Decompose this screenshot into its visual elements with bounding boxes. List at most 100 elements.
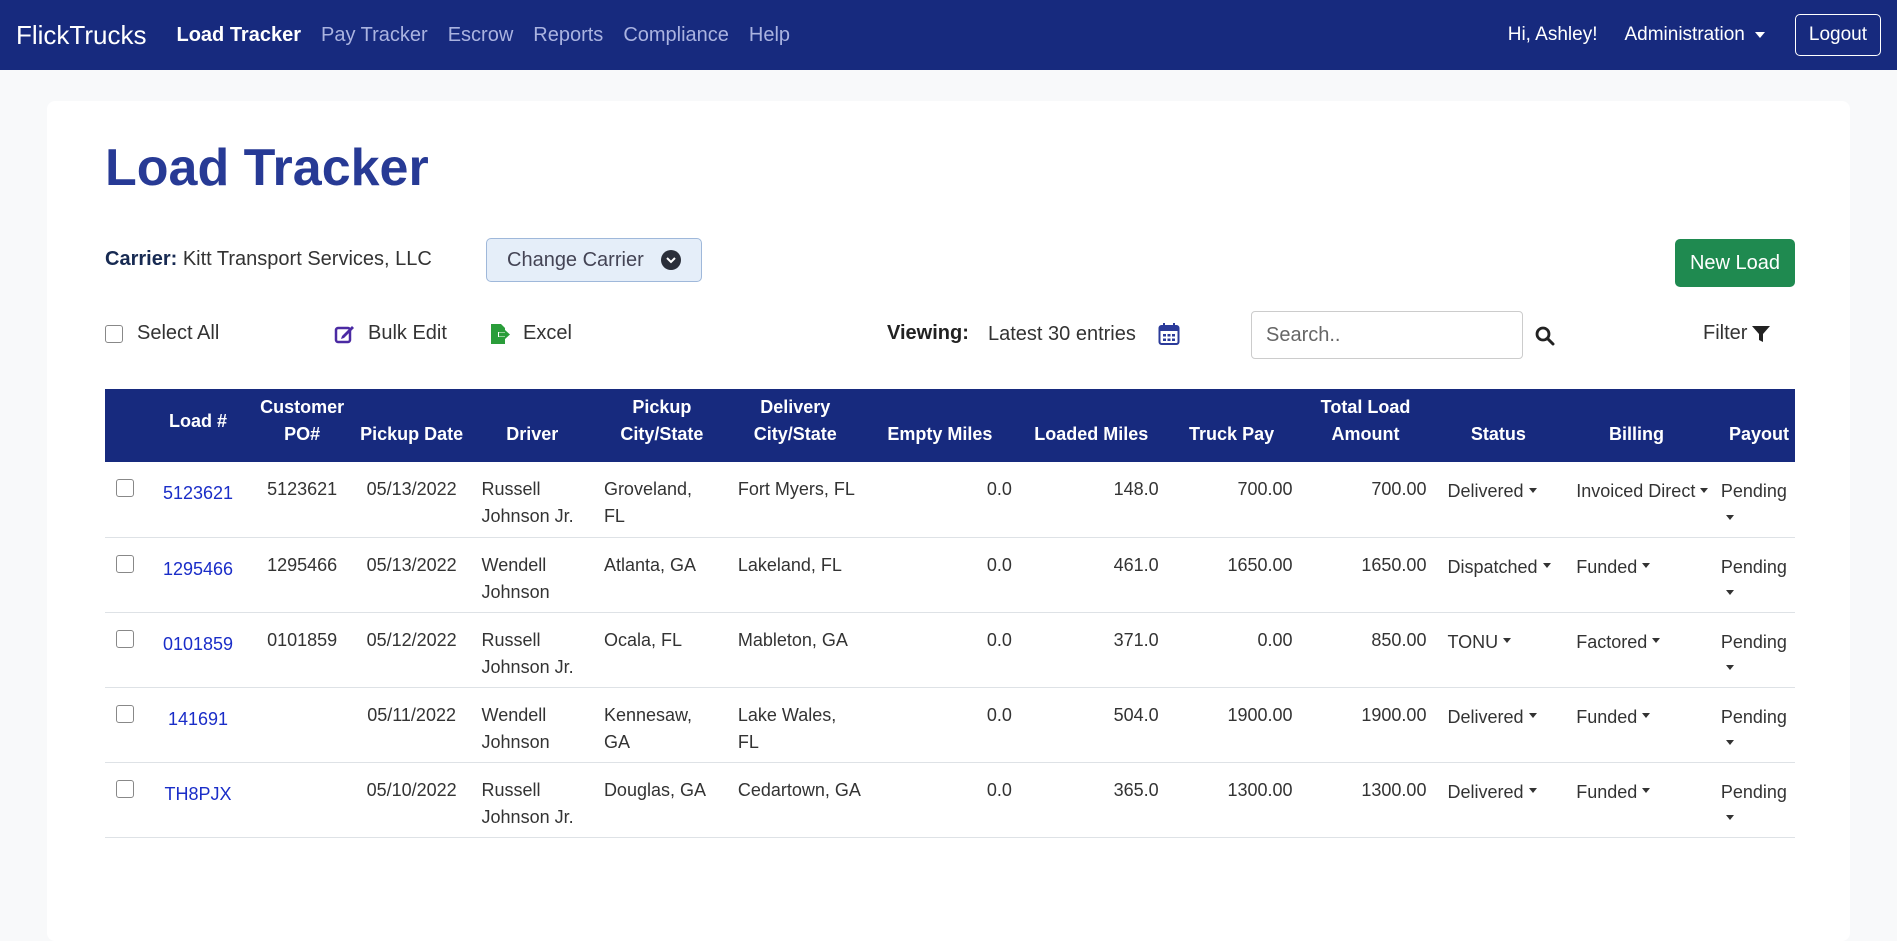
- empty-miles: 0.0: [986, 479, 1012, 499]
- row-checkbox[interactable]: [116, 554, 135, 573]
- status-dropdown[interactable]: TONU: [1432, 612, 1564, 687]
- status-dropdown[interactable]: Delivered: [1432, 687, 1564, 762]
- table-row: TH8PJX 05/10/2022 Russell Johnson Jr. Dou…: [105, 762, 1795, 837]
- header-payout[interactable]: Payout: [1709, 389, 1795, 462]
- carrier-name: Kitt Transport Services, LLC: [182, 248, 432, 270]
- nav-compliance[interactable]: Compliance: [623, 24, 729, 47]
- row-checkbox[interactable]: [116, 779, 135, 798]
- payout-dropdown[interactable]: Pending: [1709, 612, 1795, 687]
- payout-dropdown[interactable]: Pending: [1709, 462, 1795, 537]
- viewing-value: Latest 30 entries: [988, 322, 1136, 345]
- select-all-label: Select All: [137, 322, 220, 344]
- truck-pay: 700.00: [1237, 479, 1293, 499]
- calendar-icon[interactable]: [1158, 322, 1180, 346]
- header-customer-po[interactable]: Customer PO#: [251, 389, 354, 462]
- pickup-date: 05/13/2022: [366, 554, 457, 575]
- pickup-city: Groveland, FL: [603, 479, 692, 526]
- load-number-link[interactable]: TH8PJX: [164, 784, 231, 804]
- driver: Russell Johnson Jr.: [481, 479, 574, 526]
- billing-dropdown[interactable]: Funded: [1564, 762, 1709, 837]
- nav-reports[interactable]: Reports: [533, 24, 603, 47]
- header-select: [105, 389, 145, 462]
- row-checkbox[interactable]: [116, 479, 135, 497]
- row-checkbox[interactable]: [116, 704, 135, 723]
- caret-down-icon: [1642, 563, 1651, 569]
- header-pickup-city[interactable]: Pickup City/State: [595, 389, 729, 462]
- bulk-edit-button[interactable]: Bulk Edit: [334, 322, 447, 345]
- header-load-number[interactable]: Load #: [145, 389, 250, 462]
- nav-escrow[interactable]: Escrow: [448, 24, 514, 47]
- brand-logo[interactable]: FlickTrucks: [16, 20, 146, 51]
- caret-down-icon: [1528, 788, 1537, 794]
- caret-down-icon: [1528, 713, 1537, 719]
- status-dropdown[interactable]: Dispatched: [1432, 537, 1564, 612]
- total-load-amount: 1300.00: [1361, 779, 1427, 800]
- page-title: Load Tracker: [105, 139, 429, 197]
- total-load-amount: 1650.00: [1361, 554, 1427, 575]
- header-truck-pay[interactable]: Truck Pay: [1165, 389, 1299, 462]
- row-checkbox[interactable]: [116, 629, 135, 648]
- caret-down-icon: [1652, 638, 1661, 644]
- filter-button[interactable]: Filter: [1703, 322, 1771, 345]
- load-number-link[interactable]: 0101859: [163, 634, 233, 654]
- search-input[interactable]: [1251, 311, 1523, 359]
- caret-down-icon: [1725, 514, 1734, 520]
- nav-pay-tracker[interactable]: Pay Tracker: [321, 24, 428, 47]
- header-status[interactable]: Status: [1432, 389, 1564, 462]
- payout-dropdown[interactable]: Pending: [1709, 537, 1795, 612]
- pickup-city: Atlanta, GA: [603, 554, 696, 575]
- load-number-link[interactable]: 141691: [168, 709, 228, 729]
- loaded-miles: 461.0: [1113, 554, 1159, 575]
- user-greeting: Hi, Ashley!: [1507, 24, 1598, 45]
- filter-icon: [1752, 325, 1771, 342]
- administration-dropdown[interactable]: Administration: [1624, 24, 1765, 46]
- payout-dropdown[interactable]: Pending: [1709, 687, 1795, 762]
- header-billing[interactable]: Billing: [1564, 389, 1709, 462]
- empty-miles: 0.0: [986, 779, 1012, 800]
- truck-pay: 0.00: [1257, 629, 1293, 650]
- payout-dropdown[interactable]: Pending: [1709, 762, 1795, 837]
- status-dropdown[interactable]: Delivered: [1432, 462, 1564, 537]
- nav-help[interactable]: Help: [749, 24, 790, 47]
- header-loaded-miles[interactable]: Loaded Miles: [1018, 389, 1165, 462]
- customer-po: [251, 762, 354, 837]
- load-number-link[interactable]: 5123621: [163, 483, 233, 503]
- table-row: 141691 05/11/2022 Wendell Johnson Kennesa…: [105, 687, 1795, 762]
- header-empty-miles[interactable]: Empty Miles: [862, 389, 1018, 462]
- header-driver[interactable]: Driver: [470, 389, 595, 462]
- truck-pay: 1300.00: [1227, 779, 1293, 800]
- customer-po: 1295466: [267, 554, 338, 575]
- select-all[interactable]: Select All: [105, 322, 219, 345]
- search-icon[interactable]: [1535, 326, 1555, 346]
- table-header-row: Load # Customer PO# Pickup Date Driver Pi…: [105, 389, 1795, 462]
- loaded-miles: 148.0: [1113, 479, 1159, 499]
- delivery-city: Lake Wales, FL: [737, 704, 837, 752]
- filter-label: Filter: [1703, 322, 1748, 344]
- caret-down-icon: [1503, 638, 1512, 644]
- caret-down-icon: [1542, 563, 1551, 569]
- excel-button[interactable]: Excel: [489, 322, 572, 345]
- logout-button[interactable]: Logout: [1794, 14, 1881, 56]
- new-load-button[interactable]: New Load: [1675, 239, 1795, 287]
- empty-miles: 0.0: [986, 554, 1012, 575]
- billing-dropdown[interactable]: Invoiced Direct: [1564, 462, 1709, 537]
- select-all-checkbox[interactable]: [105, 324, 123, 343]
- header-total-load-amount[interactable]: Total Load Amount: [1299, 389, 1433, 462]
- billing-dropdown[interactable]: Funded: [1564, 537, 1709, 612]
- nav-load-tracker[interactable]: Load Tracker: [176, 24, 301, 47]
- driver: Russell Johnson Jr.: [481, 629, 574, 677]
- header-delivery-city[interactable]: Delivery City/State: [729, 389, 862, 462]
- load-number-link[interactable]: 1295466: [163, 559, 233, 579]
- billing-dropdown[interactable]: Factored: [1564, 612, 1709, 687]
- delivery-city: Lakeland, FL: [737, 554, 842, 575]
- status-dropdown[interactable]: Delivered: [1432, 762, 1564, 837]
- caret-down-icon: [1725, 665, 1734, 671]
- excel-export-icon: [491, 323, 510, 344]
- caret-down-icon: [1642, 788, 1651, 794]
- billing-dropdown[interactable]: Funded: [1564, 687, 1709, 762]
- header-pickup-date[interactable]: Pickup Date: [354, 389, 470, 462]
- edit-icon: [334, 325, 354, 343]
- change-carrier-button[interactable]: Change Carrier: [486, 238, 702, 282]
- viewing-range[interactable]: Latest 30 entries: [988, 322, 1180, 346]
- caret-down-icon: [1528, 487, 1537, 493]
